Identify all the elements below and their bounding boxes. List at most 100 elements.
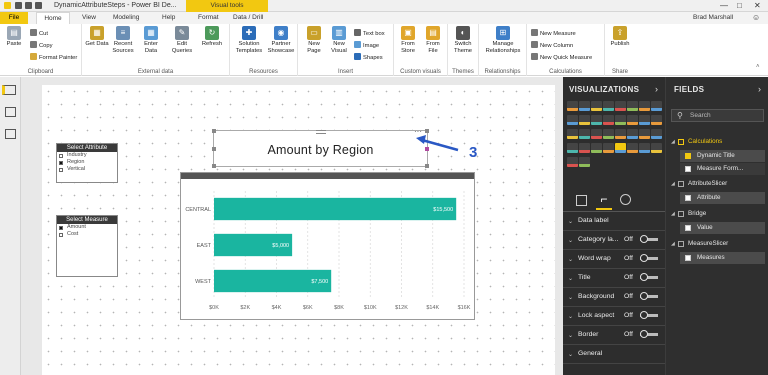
format-section-label: Category la... — [578, 236, 619, 243]
format-section-label: Background — [578, 293, 615, 300]
toggle-switch[interactable] — [640, 311, 648, 319]
format-section-row[interactable]: ⌄ Lock aspect Off — [563, 307, 665, 326]
expand-caret-icon: ◢ — [671, 241, 675, 247]
field-dynamic-title[interactable]: Dynamic Title — [680, 150, 765, 162]
visual-type-icon[interactable] — [651, 115, 662, 125]
chevron-down-icon: ⌄ — [568, 257, 574, 263]
visual-type-icon[interactable] — [603, 129, 614, 139]
checkbox-checked-icon — [685, 153, 691, 159]
table-icon — [678, 211, 684, 217]
visual-type-icon[interactable] — [567, 101, 578, 111]
toggle-switch[interactable] — [640, 235, 648, 243]
table-name: Calculations — [688, 138, 723, 145]
visual-type-icon[interactable] — [651, 101, 662, 111]
visual-type-icon[interactable] — [627, 129, 638, 139]
visual-type-icon[interactable] — [627, 115, 638, 125]
fields-well-icon[interactable] — [576, 195, 587, 206]
visual-type-icon[interactable] — [639, 101, 650, 111]
table-attributeslicer[interactable]: ◢ AttributeSlicer — [666, 178, 768, 190]
visual-type-icon[interactable] — [567, 129, 578, 139]
field-measure-form[interactable]: Measure Form... — [680, 163, 765, 175]
visual-type-icon[interactable] — [591, 101, 602, 111]
field-name: Measures — [697, 254, 725, 261]
chevron-down-icon: ⌄ — [568, 276, 574, 282]
format-paint-roller-icon[interactable]: ⌐ — [596, 192, 612, 210]
visual-type-icon[interactable] — [579, 115, 590, 125]
analytics-icon[interactable] — [620, 194, 631, 205]
visual-type-icon[interactable] — [603, 115, 614, 125]
visual-type-icon[interactable] — [639, 115, 650, 125]
visual-type-icon[interactable] — [579, 157, 590, 167]
visual-type-icon[interactable] — [639, 129, 650, 139]
table-icon — [678, 181, 684, 187]
format-section-row[interactable]: ⌄ Background Off — [563, 288, 665, 307]
visual-type-icon[interactable] — [579, 101, 590, 111]
toggle-switch[interactable] — [640, 254, 648, 262]
chevron-down-icon: ⌄ — [568, 314, 574, 320]
field-name: Attribute — [697, 194, 721, 201]
format-section-label: General — [578, 350, 603, 357]
visual-type-icon[interactable] — [615, 129, 626, 139]
visual-type-icon[interactable] — [591, 115, 602, 125]
visual-type-icon[interactable] — [567, 143, 578, 153]
annotation-arrow-3 — [421, 138, 459, 152]
table-bridge[interactable]: ◢ Bridge — [666, 208, 768, 220]
field-name: Measure Form... — [697, 165, 744, 172]
visual-type-icon[interactable] — [615, 143, 626, 153]
expand-caret-icon: ◢ — [671, 211, 675, 217]
format-section-row[interactable]: ⌄ Word wrap Off — [563, 250, 665, 269]
visual-type-icon[interactable] — [603, 101, 614, 111]
field-attribute[interactable]: Attribute — [680, 192, 765, 204]
field-value[interactable]: Value — [680, 222, 765, 234]
format-section-label: Data label — [578, 217, 609, 224]
format-section-row[interactable]: ⌄ Data label — [563, 212, 665, 231]
chevron-down-icon: ⌄ — [568, 352, 574, 358]
table-name: Bridge — [688, 210, 707, 217]
toggle-switch[interactable] — [640, 330, 648, 338]
format-section-label: Border — [578, 331, 599, 338]
format-section-row[interactable]: ⌄ Border Off — [563, 326, 665, 345]
format-section-row[interactable]: ⌄ Title Off — [563, 269, 665, 288]
toggle-state-label: Off — [624, 274, 633, 281]
search-placeholder: Search — [690, 112, 711, 119]
table-name: MeasureSlicer — [688, 240, 729, 247]
annotation-number-3: 3 — [469, 144, 478, 161]
table-calculations[interactable]: ◢ Calculations — [666, 136, 768, 148]
checkbox-icon — [685, 255, 691, 261]
table-measureslicer[interactable]: ◢ MeasureSlicer — [666, 238, 768, 250]
collapse-chevron-icon[interactable]: › — [655, 84, 658, 94]
toggle-switch[interactable] — [640, 273, 648, 281]
toggle-switch[interactable] — [640, 292, 648, 300]
visual-type-icon[interactable] — [591, 129, 602, 139]
table-name: AttributeSlicer — [688, 180, 728, 187]
visual-type-icon[interactable] — [627, 101, 638, 111]
toggle-state-label: Off — [624, 236, 633, 243]
visual-type-icon[interactable] — [627, 143, 638, 153]
visual-type-icon[interactable] — [579, 143, 590, 153]
format-section-row[interactable]: ⌄ Category la... Off — [563, 231, 665, 250]
visual-type-icon[interactable] — [651, 129, 662, 139]
visual-type-icon[interactable] — [579, 129, 590, 139]
format-section-label: Lock aspect — [578, 312, 615, 319]
visual-type-icon[interactable] — [603, 143, 614, 153]
fields-search-input[interactable]: ⚲ Search — [671, 109, 764, 122]
expand-caret-icon: ◢ — [671, 181, 675, 187]
search-icon: ⚲ — [677, 111, 683, 120]
checkbox-icon — [685, 166, 691, 172]
visual-type-icon[interactable] — [567, 157, 578, 167]
toggle-state-label: Off — [624, 331, 633, 338]
visual-type-icon[interactable] — [651, 143, 662, 153]
format-section-row[interactable]: ⌄ General — [563, 345, 665, 364]
field-measures[interactable]: Measures — [680, 252, 765, 264]
table-icon — [678, 241, 684, 247]
visual-type-icon[interactable] — [615, 101, 626, 111]
toggle-state-label: Off — [624, 312, 633, 319]
visual-type-icon[interactable] — [639, 143, 650, 153]
format-section-label: Word wrap — [578, 255, 611, 262]
visual-type-icon[interactable] — [567, 115, 578, 125]
visual-type-icon[interactable] — [591, 143, 602, 153]
visual-type-icon[interactable] — [615, 115, 626, 125]
collapse-chevron-icon[interactable]: › — [758, 84, 761, 94]
chevron-down-icon: ⌄ — [568, 238, 574, 244]
chevron-down-icon: ⌄ — [568, 219, 574, 225]
